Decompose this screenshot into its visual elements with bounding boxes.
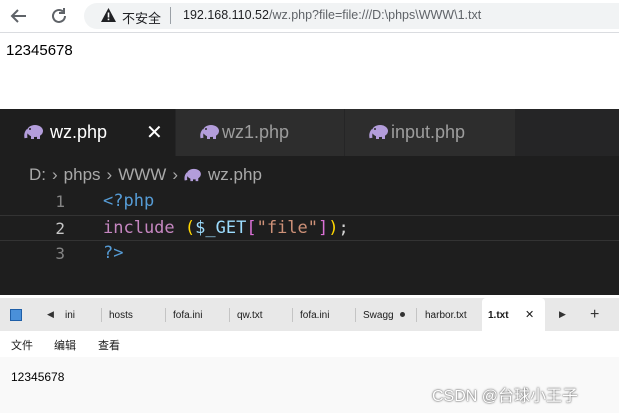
- tab-input-php[interactable]: input.php: [345, 109, 516, 156]
- warning-icon[interactable]: [100, 7, 117, 23]
- notepad-tab[interactable]: ini: [65, 298, 101, 331]
- breadcrumb-item[interactable]: D:: [29, 165, 46, 185]
- notepad-app-icon: [10, 309, 22, 321]
- string-literal: "file": [256, 218, 319, 238]
- url-host: 192.168.110.52: [183, 8, 269, 22]
- notepad-tab[interactable]: fofa.ini: [300, 298, 355, 331]
- code-text: <?php: [103, 191, 154, 211]
- php-close-tag: ?>: [103, 243, 124, 263]
- code-line[interactable]: 1 <?php: [0, 189, 619, 215]
- close-icon[interactable]: ✕: [525, 308, 534, 321]
- php-elephant-icon: [24, 125, 43, 139]
- tab-divider: [101, 308, 102, 322]
- semicolon: ;: [338, 218, 349, 238]
- tab-wz1-php[interactable]: wz1.php: [176, 109, 345, 156]
- line-number: 3: [55, 244, 65, 263]
- get-variable: $_GET: [195, 218, 247, 238]
- tab-label: wz1.php: [222, 122, 290, 142]
- new-tab-button[interactable]: +: [590, 306, 599, 324]
- back-arrow-icon: [10, 9, 26, 23]
- bracket-close: ]: [318, 218, 329, 238]
- url-path: /wz.php?file=file:///D:\phps\WWW\1.txt: [268, 8, 482, 22]
- tab-divider: [165, 308, 166, 322]
- notepad-tab-bar: ◀ ini hosts fofa.ini qw.txt fofa.ini Swa…: [0, 298, 619, 331]
- chevron-right-icon: ›: [106, 165, 113, 184]
- paren-open: (: [184, 218, 196, 238]
- menu-view[interactable]: 查看: [98, 337, 120, 353]
- editor-tab-bar: wz.php ✕ wz1.php input.php: [0, 109, 619, 156]
- watermark: CSDN @台球小王子: [432, 388, 579, 405]
- breadcrumb-item[interactable]: wz.php: [208, 165, 262, 185]
- notepad-tab-active[interactable]: 1.txt ✕: [482, 298, 545, 331]
- code-text: include ($_GET["file"]);: [103, 218, 349, 238]
- back-button[interactable]: [7, 4, 31, 28]
- address-divider: [170, 7, 171, 24]
- notepad-tab[interactable]: harbor.txt: [425, 298, 481, 331]
- tab-label: input.php: [391, 122, 466, 142]
- chevron-right-icon: ›: [52, 165, 58, 184]
- line-number: 2: [55, 219, 65, 238]
- tab-divider: [229, 308, 230, 322]
- chevron-right-icon: ›: [172, 165, 179, 184]
- code-line[interactable]: 3 ?>: [0, 241, 619, 267]
- reload-button[interactable]: [47, 4, 71, 28]
- security-label[interactable]: 不安全: [122, 8, 161, 27]
- browser-divider: [0, 32, 619, 33]
- code-text: ?>: [103, 243, 123, 263]
- notepad-tab[interactable]: fofa.ini: [173, 298, 228, 331]
- scroll-left-icon[interactable]: ◀: [47, 309, 54, 320]
- line-number: 1: [55, 192, 65, 211]
- tab-divider: [355, 308, 356, 322]
- breadcrumb: D: › phps › WWW › wz.php: [29, 163, 262, 187]
- url-text[interactable]: 192.168.110.52/wz.php?file=file:///D:\ph…: [183, 8, 481, 22]
- unsaved-dot-icon: [400, 312, 405, 317]
- php-elephant-icon: [369, 125, 388, 139]
- notepad-window: ◀ ini hosts fofa.ini qw.txt fofa.ini Swa…: [0, 298, 619, 413]
- scroll-right-icon[interactable]: ▶: [559, 309, 566, 320]
- include-keyword: include: [103, 218, 175, 238]
- tab-wz-php[interactable]: wz.php ✕: [0, 109, 176, 156]
- code-editor: wz.php ✕ wz1.php input.php D: › phps › W…: [0, 109, 619, 295]
- notepad-tab[interactable]: hosts: [109, 298, 164, 331]
- page-content: 12345678: [6, 42, 73, 59]
- notepad-tab[interactable]: qw.txt: [237, 298, 292, 331]
- notepad-tab-modified[interactable]: Swagg: [363, 298, 415, 331]
- browser-toolbar: 不安全 192.168.110.52/wz.php?file=file:///D…: [0, 0, 619, 32]
- menu-file[interactable]: 文件: [11, 337, 33, 353]
- tab-divider: [292, 308, 293, 322]
- reload-icon: [52, 8, 66, 23]
- bracket-open: [: [246, 218, 257, 238]
- code-line-current[interactable]: 2 include ($_GET["file"]);: [0, 215, 619, 241]
- paren-close: ): [328, 218, 339, 238]
- php-open-tag: <?php: [103, 191, 155, 211]
- breadcrumb-item[interactable]: WWW: [118, 165, 166, 185]
- php-elephant-icon: [200, 125, 219, 139]
- close-tab-button[interactable]: ✕: [146, 120, 163, 145]
- tab-label: wz.php: [50, 122, 108, 142]
- breadcrumb-item[interactable]: phps: [64, 165, 101, 185]
- notepad-menu-bar: 文件 编辑 查看: [0, 331, 619, 357]
- php-elephant-icon: [184, 168, 201, 182]
- notepad-content: 12345678: [11, 370, 65, 384]
- menu-edit[interactable]: 编辑: [54, 337, 76, 353]
- tab-divider: [416, 308, 417, 322]
